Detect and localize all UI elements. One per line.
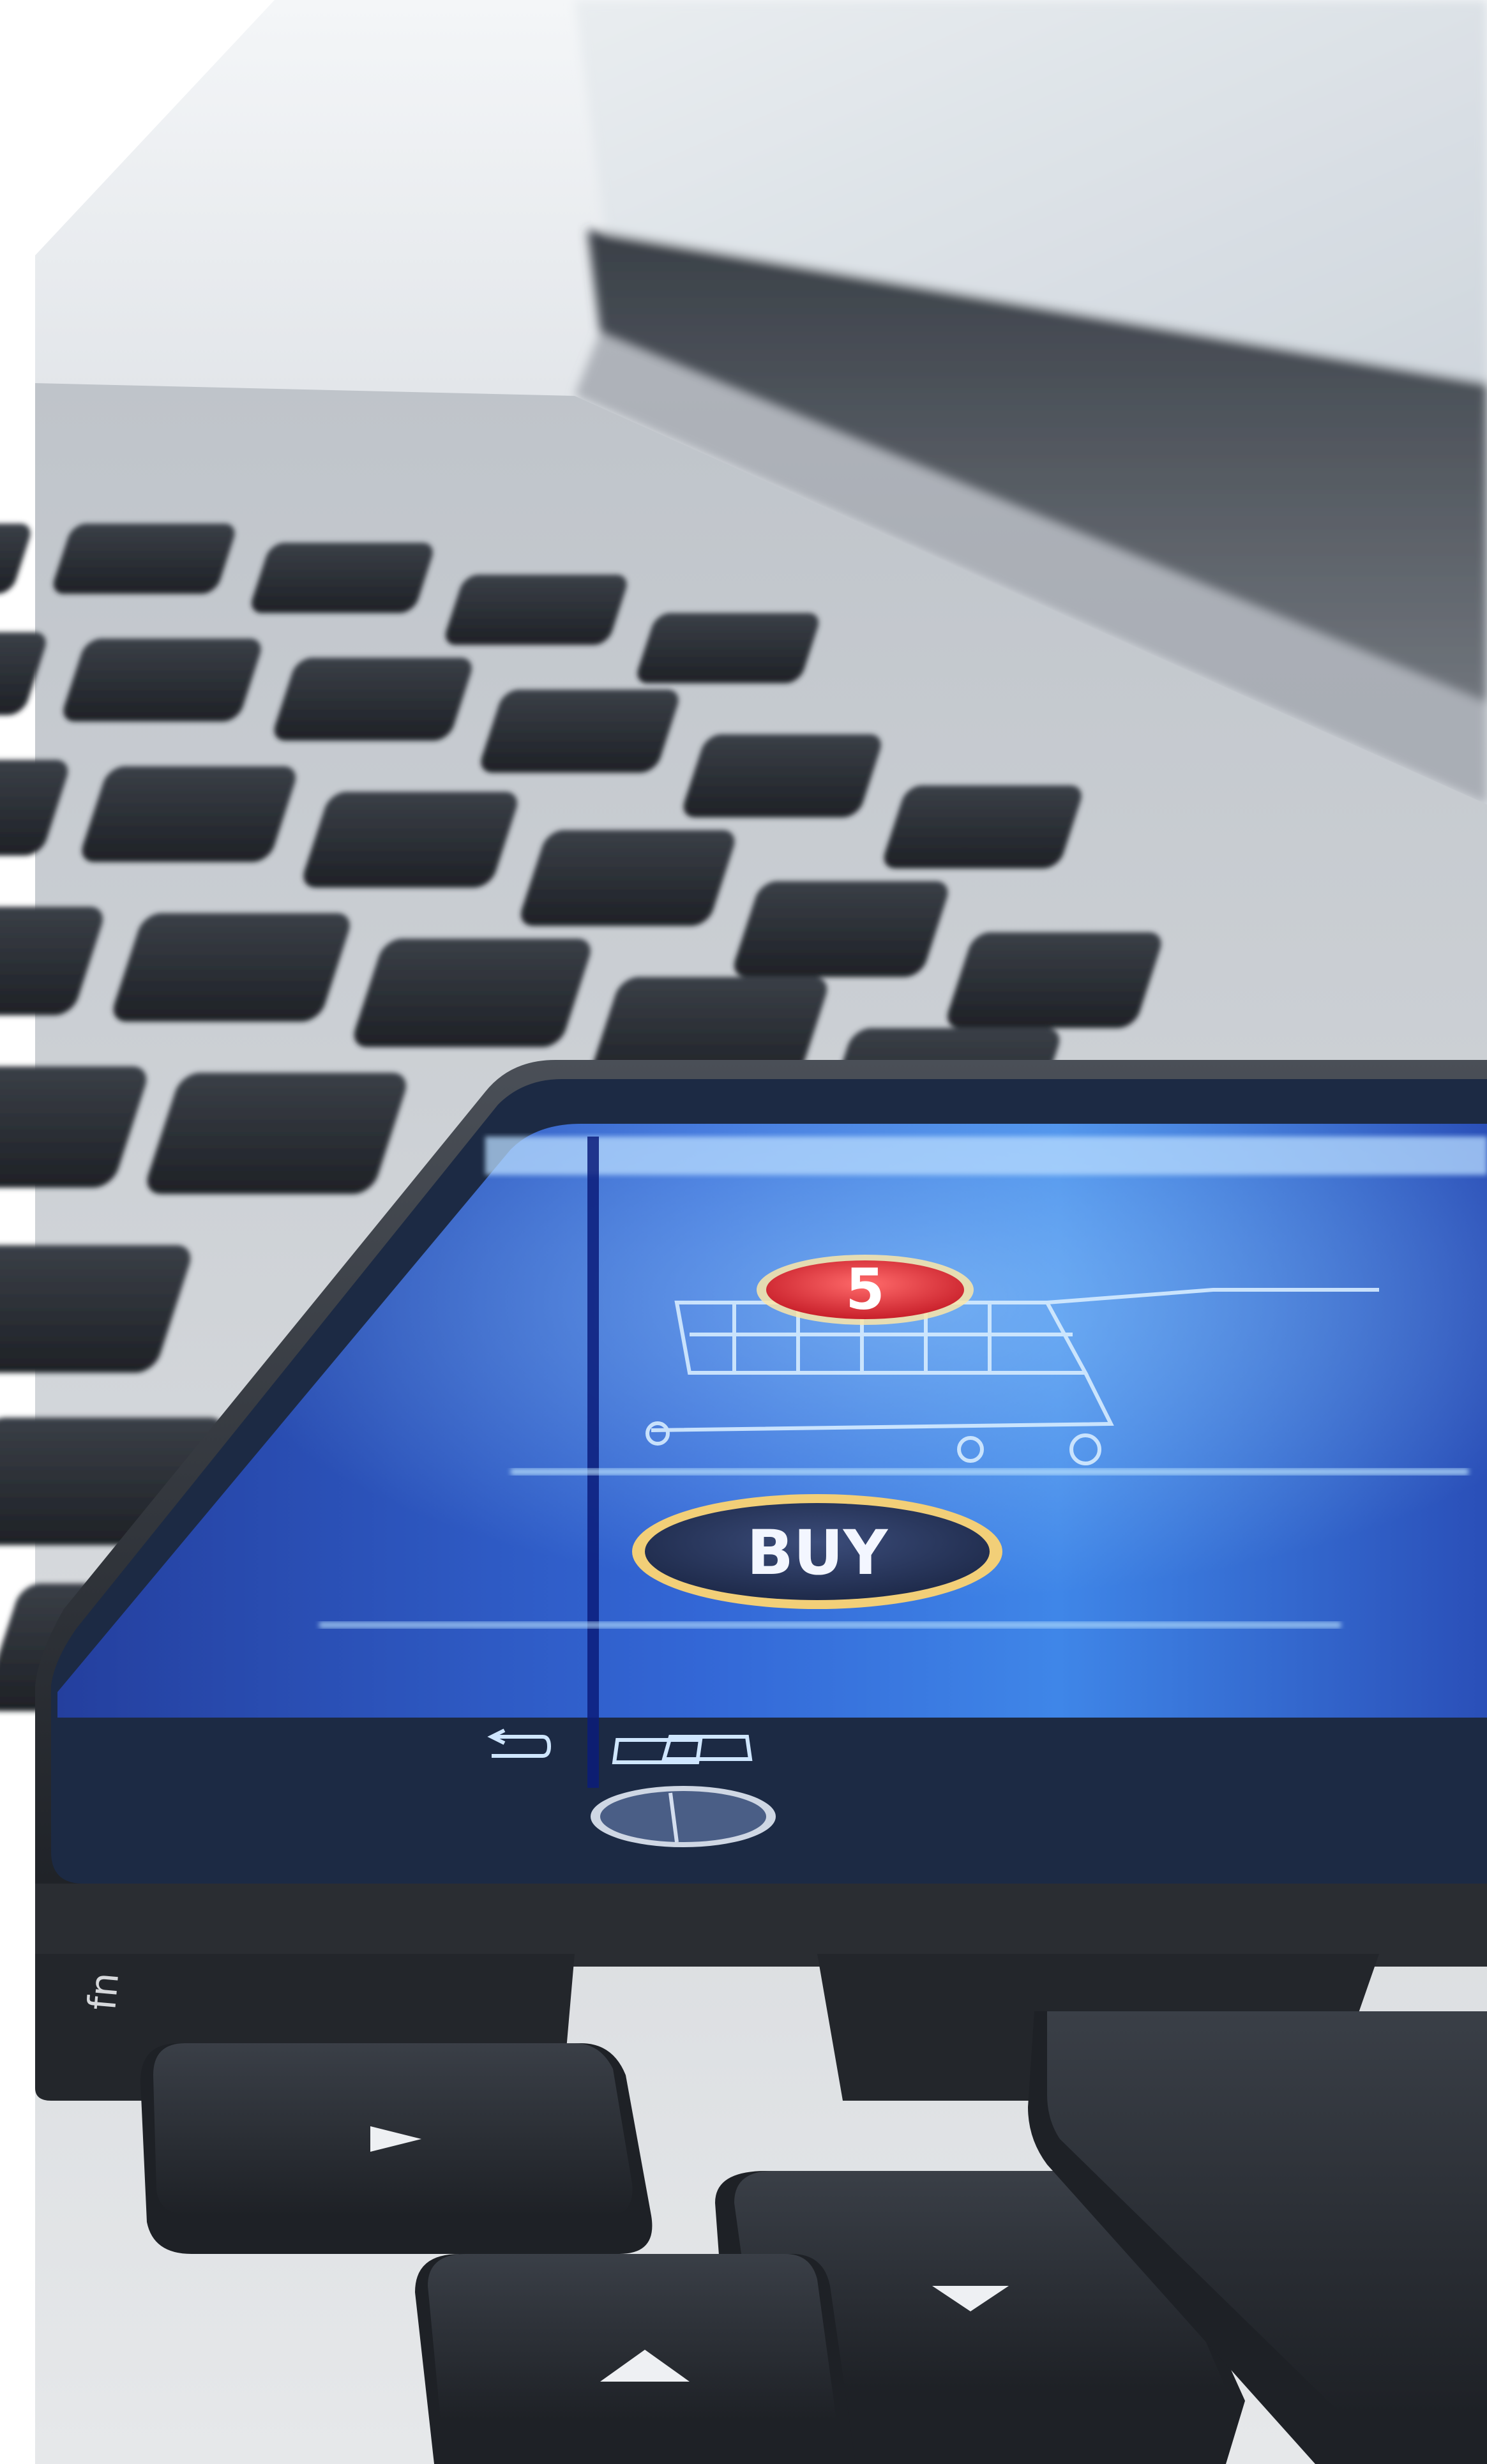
screen-status-bar	[485, 1137, 1487, 1175]
buy-button[interactable]: BUY	[632, 1494, 1002, 1609]
photo-scene: 5 BUY fn	[0, 0, 1487, 2464]
home-button[interactable]	[591, 1786, 776, 1847]
cart-count-text: 5	[845, 1257, 884, 1322]
arrow-left-key[interactable]	[140, 2043, 653, 2254]
arrow-up-key[interactable]	[415, 2254, 856, 2464]
cart-count-badge: 5	[757, 1255, 974, 1325]
light-streak	[587, 1137, 599, 1788]
buy-label: BUY	[747, 1517, 889, 1589]
key-fn-legend: fn	[80, 1970, 128, 2012]
